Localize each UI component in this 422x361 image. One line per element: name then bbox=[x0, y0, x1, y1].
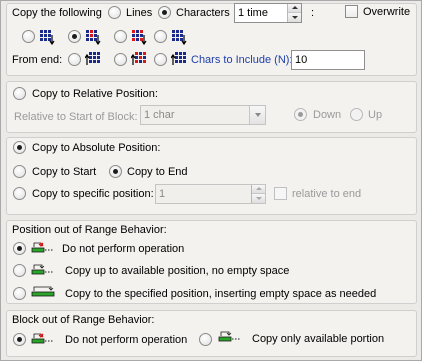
copy-dialog: Copy the following Lines Characters 1 ti… bbox=[0, 0, 422, 361]
overwrite-checkbox[interactable] bbox=[345, 5, 358, 18]
copy-following-label: Copy the following bbox=[12, 7, 102, 19]
copy-to-end-label[interactable]: Copy to End bbox=[127, 166, 188, 179]
colon-separator: : bbox=[311, 7, 315, 19]
radio-copy-to-end[interactable] bbox=[109, 165, 122, 178]
dropdown-arrow-icon[interactable] bbox=[249, 106, 265, 124]
block-grid-up-side-icon bbox=[171, 52, 186, 65]
radio-relative-position[interactable] bbox=[13, 87, 26, 100]
relative-to-end-label[interactable]: relative to end bbox=[292, 188, 361, 201]
block-range-title: Block out of Range Behavior: bbox=[12, 314, 155, 326]
absolute-position-title[interactable]: Copy to Absolute Position: bbox=[32, 142, 160, 155]
radio-from-end-2[interactable] bbox=[114, 53, 127, 66]
block-copy-available-icon bbox=[218, 331, 241, 342]
position-available-label[interactable]: Copy up to available position, no empty … bbox=[65, 265, 289, 278]
chars-to-include-input[interactable]: 10 bbox=[291, 50, 365, 70]
radio-layout-1[interactable] bbox=[22, 30, 35, 43]
specific-position-spinner[interactable]: 1 bbox=[155, 184, 266, 204]
position-insert-space-label[interactable]: Copy to the specified position, insertin… bbox=[65, 288, 376, 301]
chars-to-include-value: 10 bbox=[295, 54, 308, 66]
radio-from-end-3[interactable] bbox=[154, 53, 167, 66]
no-operation-icon bbox=[31, 242, 54, 253]
block-grid-up-red-icon bbox=[131, 52, 146, 65]
specific-spin-buttons[interactable] bbox=[251, 185, 265, 203]
chars-to-include-label: Chars to Include (N): bbox=[191, 54, 293, 66]
radio-characters-label[interactable]: Characters bbox=[176, 7, 230, 20]
relative-offset-dropdown[interactable]: 1 char bbox=[140, 105, 266, 125]
radio-specific-position[interactable] bbox=[13, 187, 26, 200]
radio-from-end-1[interactable] bbox=[68, 53, 81, 66]
block-grid-up-icon bbox=[85, 52, 100, 65]
radio-layout-2[interactable] bbox=[68, 30, 81, 43]
relative-to-end-checkbox[interactable] bbox=[274, 187, 287, 200]
radio-layout-4[interactable] bbox=[154, 30, 167, 43]
radio-position-insert-space[interactable] bbox=[13, 287, 26, 300]
overwrite-label[interactable]: Overwrite bbox=[363, 6, 410, 19]
radio-down[interactable] bbox=[294, 108, 307, 121]
block-grid-down-icon bbox=[40, 30, 55, 45]
radio-down-label[interactable]: Down bbox=[313, 109, 341, 122]
count-value: 1 time bbox=[238, 7, 268, 19]
block-grid-mixed-icon bbox=[132, 30, 147, 45]
block-no-operation-icon bbox=[31, 333, 54, 344]
relative-position-title[interactable]: Copy to Relative Position: bbox=[32, 88, 158, 101]
specific-position-value: 1 bbox=[159, 188, 166, 200]
radio-block-available[interactable] bbox=[199, 333, 212, 346]
count-spinner[interactable]: 1 time bbox=[234, 3, 302, 23]
block-available-label[interactable]: Copy only available portion bbox=[252, 333, 384, 346]
block-grid-side-icon bbox=[172, 30, 187, 45]
position-no-op-label[interactable]: Do not perform operation bbox=[62, 243, 184, 256]
from-end-label: From end: bbox=[12, 54, 63, 66]
block-no-op-label[interactable]: Do not perform operation bbox=[65, 334, 187, 347]
count-spin-buttons[interactable] bbox=[287, 4, 301, 22]
radio-up[interactable] bbox=[350, 108, 363, 121]
radio-position-no-op[interactable] bbox=[13, 242, 26, 255]
radio-lines-label[interactable]: Lines bbox=[126, 7, 152, 20]
radio-absolute-position[interactable] bbox=[13, 141, 26, 154]
radio-characters[interactable] bbox=[158, 6, 171, 19]
radio-copy-to-start[interactable] bbox=[13, 165, 26, 178]
insert-space-icon bbox=[31, 286, 55, 297]
radio-lines[interactable] bbox=[108, 6, 121, 19]
copy-to-start-label[interactable]: Copy to Start bbox=[32, 166, 96, 179]
copy-available-icon bbox=[31, 264, 54, 275]
radio-block-no-op[interactable] bbox=[13, 333, 26, 346]
relative-start-label: Relative to Start of Block: bbox=[14, 111, 138, 123]
relative-offset-value: 1 char bbox=[144, 109, 175, 121]
position-range-title: Position out of Range Behavior: bbox=[12, 224, 167, 236]
block-grid-red-icon bbox=[86, 30, 101, 45]
radio-position-available[interactable] bbox=[13, 264, 26, 277]
radio-layout-3[interactable] bbox=[114, 30, 127, 43]
specific-position-label[interactable]: Copy to specific position: bbox=[32, 188, 154, 201]
radio-up-label[interactable]: Up bbox=[368, 109, 382, 122]
